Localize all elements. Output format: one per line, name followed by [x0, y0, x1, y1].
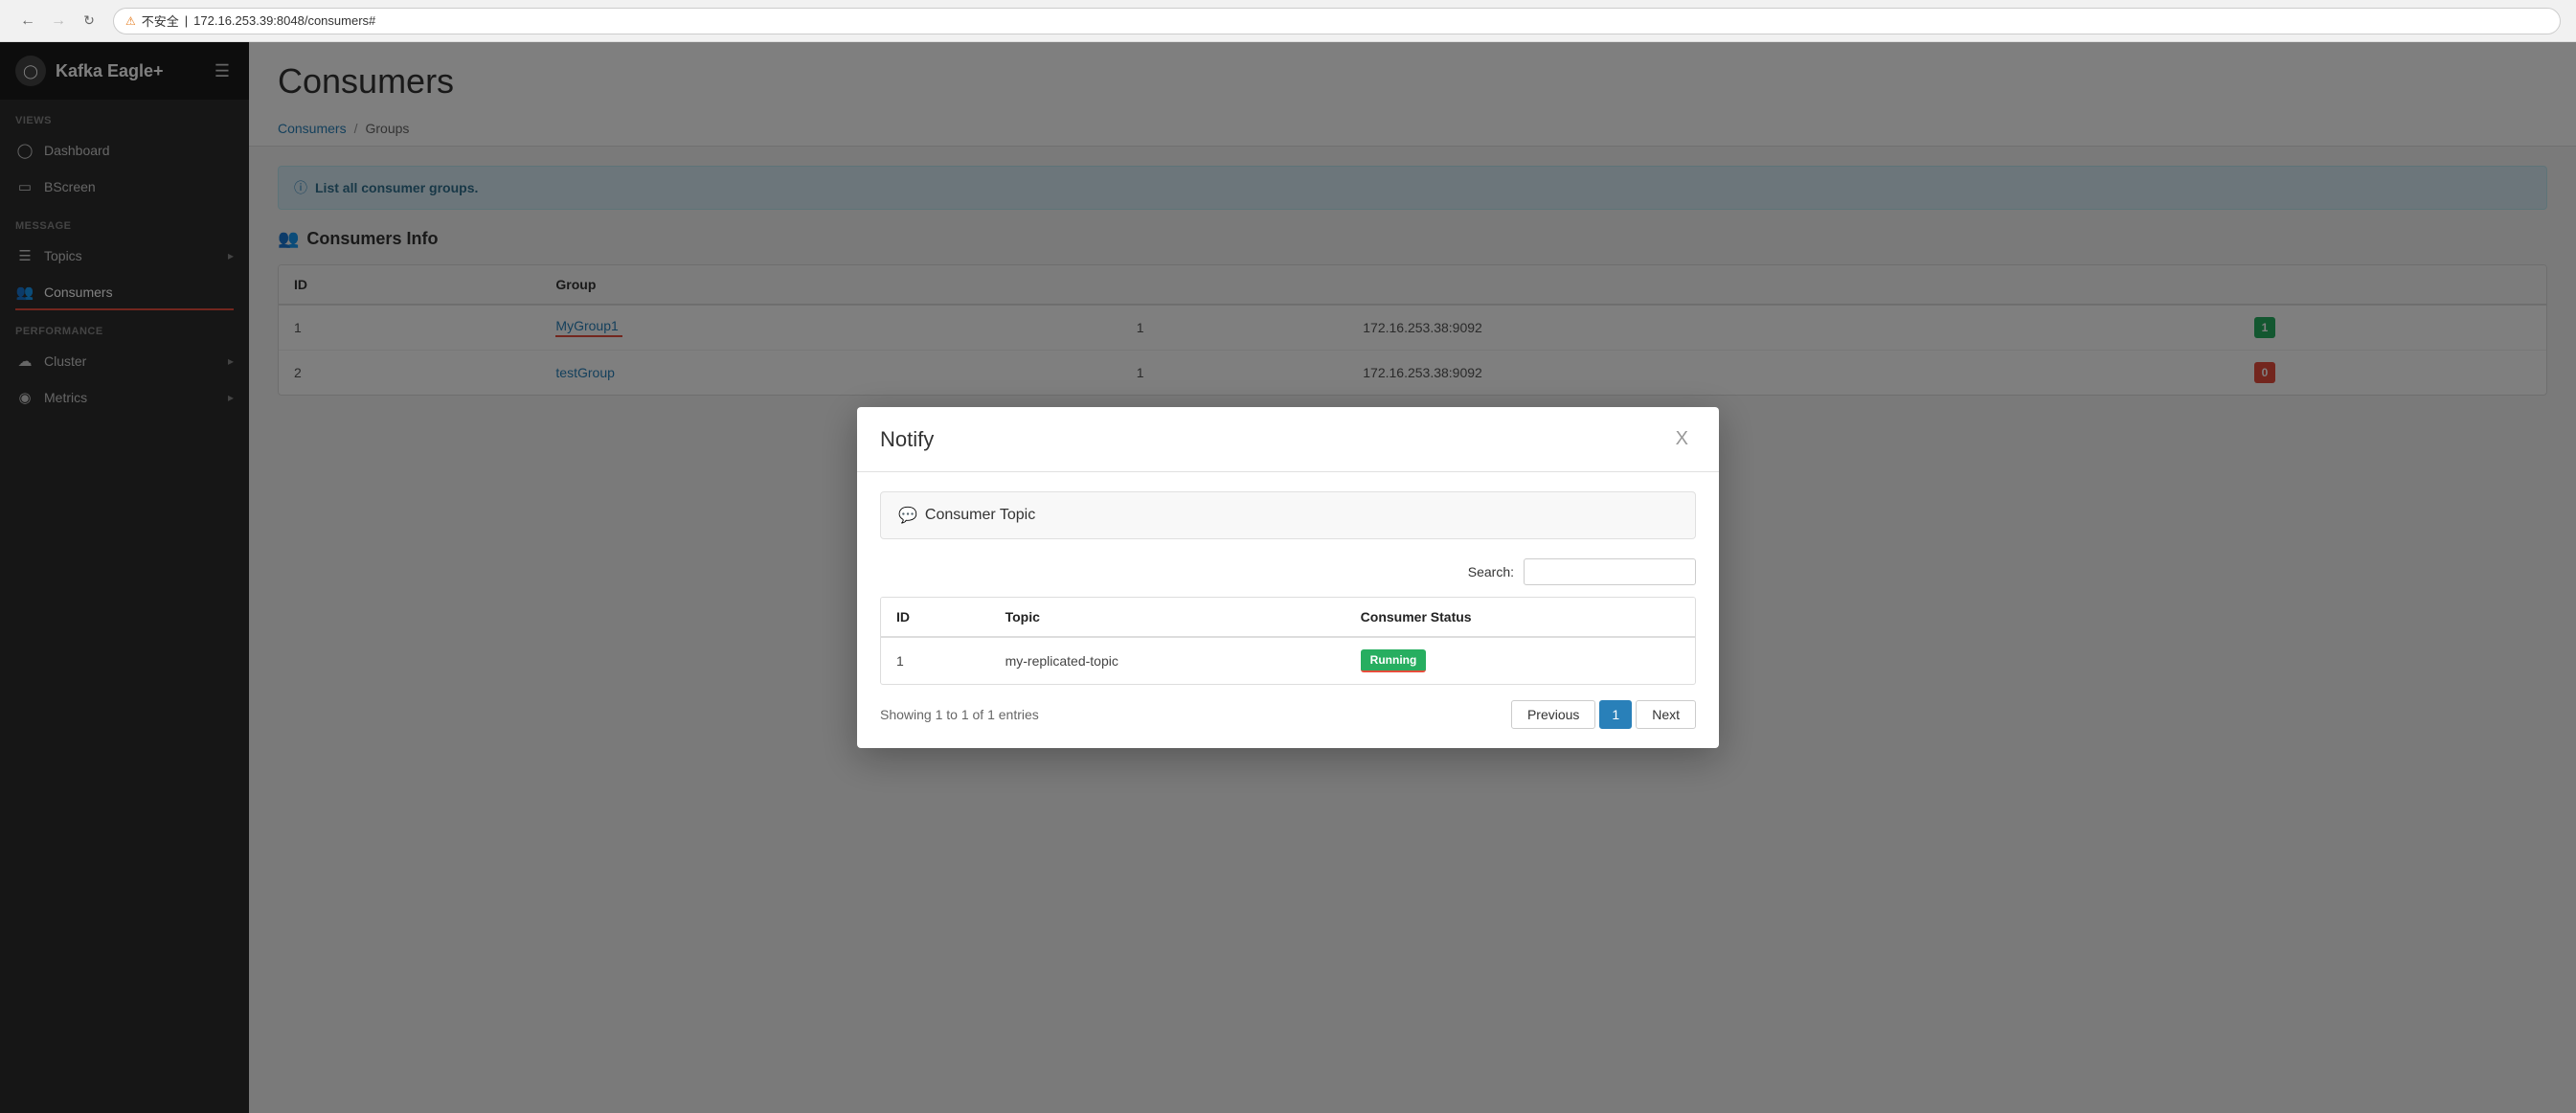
- modal-table-container: ID Topic Consumer Status 1 my-replicated…: [880, 597, 1696, 685]
- forward-button[interactable]: →: [46, 9, 71, 34]
- browser-chrome: ← → ↻ ⚠ 不安全 | 172.16.253.39:8048/consume…: [0, 0, 2576, 42]
- back-button[interactable]: ←: [15, 9, 40, 34]
- address-bar: ⚠ 不安全 | 172.16.253.39:8048/consumers#: [113, 8, 2561, 34]
- modal-row-id: 1: [881, 637, 990, 684]
- modal-col-id: ID: [881, 598, 990, 637]
- modal-col-topic: Topic: [990, 598, 1345, 637]
- speech-bubble-icon: 💬: [898, 506, 917, 525]
- url-text: |: [185, 13, 188, 28]
- modal-table: ID Topic Consumer Status 1 my-replicated…: [881, 598, 1695, 684]
- modal-title: Notify: [880, 427, 934, 452]
- pagination: Previous 1 Next: [1511, 700, 1696, 729]
- url-display: 172.16.253.39:8048/consumers#: [193, 13, 375, 28]
- security-label: 不安全: [142, 11, 179, 30]
- next-button[interactable]: Next: [1636, 700, 1696, 729]
- search-label: Search:: [1468, 564, 1514, 579]
- showing-text: Showing 1 to 1 of 1 entries: [880, 707, 1039, 722]
- modal-overlay[interactable]: Notify X 💬 Consumer Topic Search: ID Top…: [0, 42, 2576, 1113]
- consumer-topic-section: 💬 Consumer Topic: [880, 491, 1696, 539]
- modal-table-row: 1 my-replicated-topic Running: [881, 637, 1695, 684]
- section-label: Consumer Topic: [925, 507, 1035, 524]
- security-icon: ⚠: [125, 14, 136, 28]
- modal-col-status: Consumer Status: [1345, 598, 1695, 637]
- modal-close-button[interactable]: X: [1668, 424, 1696, 454]
- refresh-button[interactable]: ↻: [77, 9, 102, 34]
- search-row: Search:: [880, 558, 1696, 585]
- search-input[interactable]: [1524, 558, 1696, 585]
- previous-button[interactable]: Previous: [1511, 700, 1595, 729]
- nav-buttons: ← → ↻: [15, 9, 102, 34]
- running-badge: Running: [1361, 649, 1427, 672]
- page-1-button[interactable]: 1: [1599, 700, 1632, 729]
- modal-row-status: Running: [1345, 637, 1695, 684]
- notify-modal: Notify X 💬 Consumer Topic Search: ID Top…: [857, 407, 1719, 748]
- pagination-row: Showing 1 to 1 of 1 entries Previous 1 N…: [880, 700, 1696, 729]
- modal-row-topic: my-replicated-topic: [990, 637, 1345, 684]
- modal-header: Notify X: [857, 407, 1719, 472]
- modal-body: 💬 Consumer Topic Search: ID Topic Consum…: [857, 472, 1719, 748]
